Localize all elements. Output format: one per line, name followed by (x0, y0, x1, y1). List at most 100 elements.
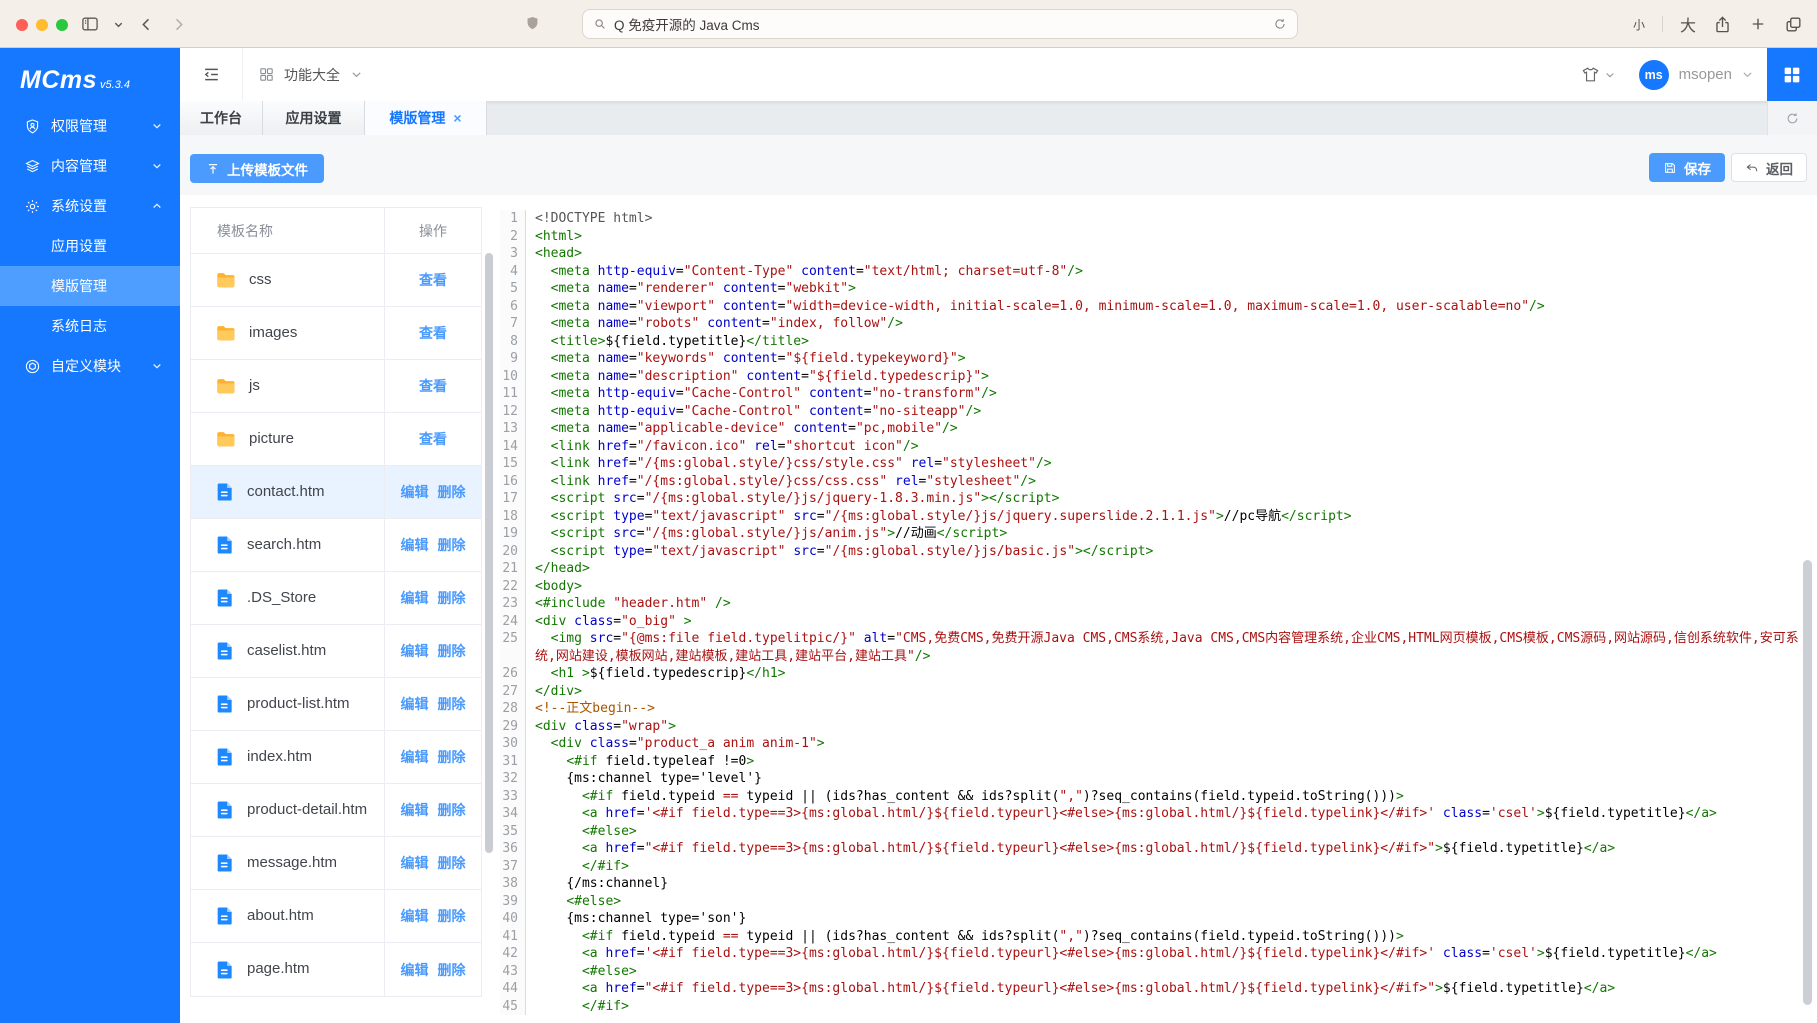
menu-fold-icon[interactable] (202, 65, 221, 84)
upload-template-button[interactable]: 上传模板文件 (190, 154, 324, 183)
edit-link[interactable]: 编辑 (401, 641, 429, 661)
edit-link[interactable]: 编辑 (401, 535, 429, 555)
address-bar[interactable]: Q 免疫开源的 Java Cms (582, 9, 1298, 39)
code-line: 33 <#if field.typeid == typeid || (ids?h… (500, 788, 1817, 806)
line-number: 12 (500, 403, 526, 421)
sidebar-item-content[interactable]: 内容管理 (0, 146, 180, 186)
tab-overview-icon[interactable] (1784, 15, 1803, 34)
back-button[interactable] (137, 15, 156, 34)
table-row[interactable]: caselist.htm编辑删除 (191, 625, 481, 678)
window-minimize-button[interactable] (36, 19, 48, 31)
code-editor[interactable]: 1<!DOCTYPE html>2<html>3<head>4 <meta ht… (500, 207, 1817, 1015)
scrollbar[interactable] (1803, 560, 1812, 1005)
table-row[interactable]: js查看 (191, 360, 481, 413)
scrollbar[interactable] (485, 253, 493, 853)
code-line-text: <div class="o_big" > (526, 613, 1817, 631)
tab-template-management[interactable]: 模版管理 × (365, 101, 487, 135)
new-tab-icon[interactable] (1749, 15, 1767, 33)
code-line: 1<!DOCTYPE html> (500, 210, 1817, 228)
table-row[interactable]: product-list.htm编辑删除 (191, 678, 481, 731)
sidebar-item-custom-modules[interactable]: 自定义模块 (0, 346, 180, 386)
chevron-down-icon[interactable] (1742, 69, 1753, 80)
window-close-button[interactable] (16, 19, 28, 31)
tab-app-settings[interactable]: 应用设置 (263, 101, 365, 135)
file-name: css (249, 270, 272, 290)
window-zoom-button[interactable] (56, 19, 68, 31)
table-row[interactable]: page.htm编辑删除 (191, 943, 481, 996)
table-row[interactable]: .DS_Store编辑删除 (191, 572, 481, 625)
delete-link[interactable]: 删除 (438, 853, 466, 873)
code-line-text: <a href="<#if field.type==3>{ms:global.h… (526, 840, 1817, 858)
view-link[interactable]: 查看 (419, 270, 447, 290)
edit-link[interactable]: 编辑 (401, 853, 429, 873)
refresh-tab-button[interactable] (1767, 101, 1817, 135)
delete-link[interactable]: 删除 (438, 641, 466, 661)
table-row[interactable]: images查看 (191, 307, 481, 360)
sidebar-item-app-settings[interactable]: 应用设置 (0, 226, 180, 266)
edit-link[interactable]: 编辑 (401, 747, 429, 767)
edit-link[interactable]: 编辑 (401, 482, 429, 502)
apps-grid-button[interactable] (1767, 48, 1817, 101)
delete-link[interactable]: 删除 (438, 906, 466, 926)
theme-dropdown[interactable] (1581, 65, 1615, 84)
table-row[interactable]: search.htm编辑删除 (191, 519, 481, 572)
edit-link[interactable]: 编辑 (401, 800, 429, 820)
line-number: 24 (500, 613, 526, 631)
sidebar-item-permissions[interactable]: 权限管理 (0, 106, 180, 146)
edit-link[interactable]: 编辑 (401, 694, 429, 714)
code-line: 27</div> (500, 683, 1817, 701)
edit-link[interactable]: 编辑 (401, 906, 429, 926)
line-number: 14 (500, 438, 526, 456)
font-larger-button[interactable]: 大 (1680, 12, 1696, 36)
delete-link[interactable]: 删除 (438, 800, 466, 820)
line-number: 40 (500, 910, 526, 928)
sidebar-item-system-log[interactable]: 系统日志 (0, 306, 180, 346)
sidebar-toggle-icon[interactable] (80, 14, 100, 34)
delete-link[interactable]: 删除 (438, 747, 466, 767)
code-line-text: <#include "header.htm" /> (526, 595, 1817, 613)
app-menu-dropdown[interactable]: 功能大全 (258, 48, 362, 101)
code-area[interactable]: 1<!DOCTYPE html>2<html>3<head>4 <meta ht… (500, 207, 1817, 1015)
font-smaller-button[interactable]: 小 (1633, 16, 1645, 33)
close-icon[interactable]: × (453, 111, 461, 125)
file-name-cell: css (191, 254, 384, 306)
table-row[interactable]: picture查看 (191, 413, 481, 466)
save-button[interactable]: 保存 (1649, 153, 1725, 182)
file-icon (215, 747, 235, 767)
code-line-text: <link href="/{ms:global.style/}css/style… (526, 455, 1817, 473)
sidebar-item-template-management[interactable]: 模版管理 (0, 266, 180, 306)
table-row[interactable]: about.htm编辑删除 (191, 890, 481, 943)
table-row[interactable]: contact.htm编辑删除 (191, 466, 481, 519)
avatar[interactable]: ms (1639, 60, 1669, 90)
browser-nav (80, 0, 188, 48)
delete-link[interactable]: 删除 (438, 482, 466, 502)
privacy-shield-icon[interactable] (524, 13, 541, 34)
sidebar-subitem-label: 模版管理 (51, 276, 107, 296)
code-line: 17 <script src="/{ms:global.style/}js/jq… (500, 490, 1817, 508)
table-row[interactable]: css 查看 (191, 254, 481, 307)
reload-icon[interactable] (1273, 17, 1287, 31)
code-line-text: <script src="/{ms:global.style/}js/jquer… (526, 490, 1817, 508)
table-row[interactable]: message.htm编辑删除 (191, 837, 481, 890)
save-icon (1663, 161, 1677, 175)
view-link[interactable]: 查看 (419, 376, 447, 396)
view-link[interactable]: 查看 (419, 323, 447, 343)
view-link[interactable]: 查看 (419, 429, 447, 449)
delete-link[interactable]: 删除 (438, 588, 466, 608)
share-icon[interactable] (1713, 15, 1732, 34)
sidebar-item-system-settings[interactable]: 系统设置 (0, 186, 180, 226)
forward-button[interactable] (169, 15, 188, 34)
sidebar-chevron-icon[interactable] (113, 19, 124, 30)
delete-link[interactable]: 删除 (438, 694, 466, 714)
edit-link[interactable]: 编辑 (401, 588, 429, 608)
actions-cell: 编辑删除 (384, 731, 481, 783)
back-button-toolbar[interactable]: 返回 (1731, 153, 1807, 182)
username[interactable]: msopen (1679, 66, 1732, 83)
table-row[interactable]: index.htm编辑删除 (191, 731, 481, 784)
code-line: 25 <img src="{@ms:file field.typelitpic/… (500, 630, 1817, 665)
table-row[interactable]: product-detail.htm编辑删除 (191, 784, 481, 837)
delete-link[interactable]: 删除 (438, 535, 466, 555)
edit-link[interactable]: 编辑 (401, 960, 429, 980)
tab-workbench[interactable]: 工作台 (180, 101, 263, 135)
delete-link[interactable]: 删除 (438, 960, 466, 980)
